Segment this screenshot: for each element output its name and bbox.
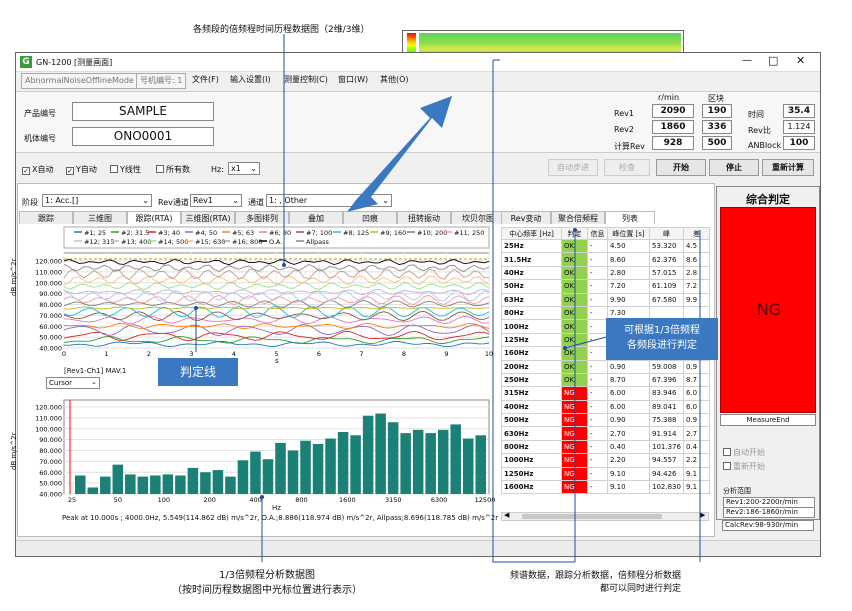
judgement-line-callout: 判定线 [158,358,238,386]
annotation-overlay [194,34,701,563]
by-band-callout: 可根据1/3倍频程 各频段进行判定 [606,318,718,360]
connector-bottom-right [492,60,575,563]
connector-dot [282,263,286,267]
double-arrow [347,96,452,212]
annotation-bottom-left: 1/3倍频程分析数据图 （按时间历程数据图中光标位置进行表示） [172,570,362,596]
annotation-bottom-right: 频谱数据，跟踪分析数据，倍频程分析数据 都可以同时进行判定 [510,571,682,594]
connector-ok [564,335,611,349]
